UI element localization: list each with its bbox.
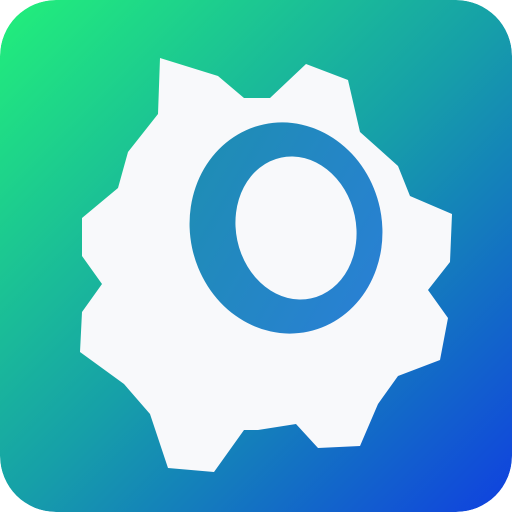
app-icon[interactable]: [0, 0, 512, 512]
app-icon-graphic: [0, 0, 512, 512]
